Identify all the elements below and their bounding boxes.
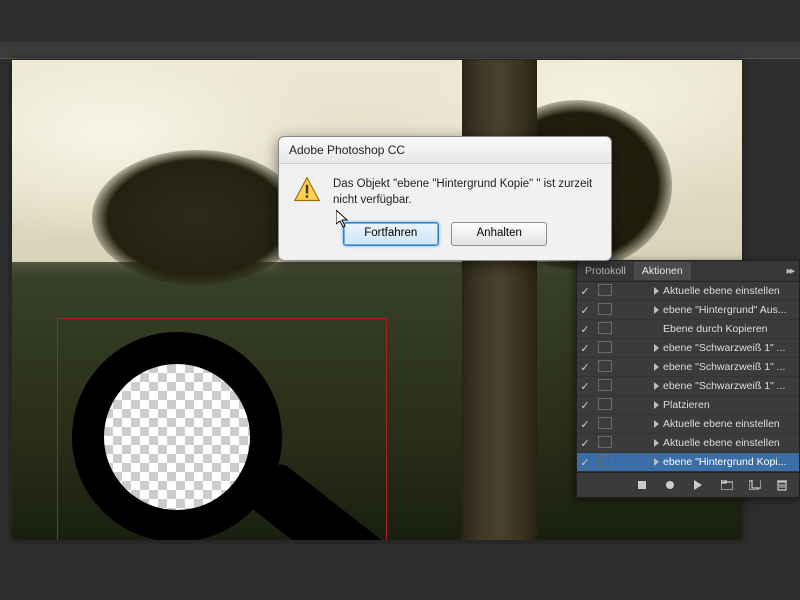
action-enabled-checkmark[interactable]: ✓ <box>577 304 593 317</box>
action-label: ebene "Hintergrund" Aus... <box>663 304 795 316</box>
action-dialog-toggle[interactable] <box>597 417 613 432</box>
continue-button[interactable]: Fortfahren <box>343 222 439 246</box>
action-expand-icon[interactable] <box>617 344 659 352</box>
action-label: Ebene durch Kopieren <box>663 323 795 335</box>
action-dialog-toggle[interactable] <box>597 436 613 451</box>
action-label: ebene "Schwarzweiß 1" ... <box>663 342 795 354</box>
dialog-title[interactable]: Adobe Photoshop CC <box>279 137 611 164</box>
tab-actions[interactable]: Aktionen <box>634 262 691 280</box>
action-enabled-checkmark[interactable]: ✓ <box>577 380 593 393</box>
action-row[interactable]: ✓ Aktuelle ebene einstellen <box>577 415 799 434</box>
alert-dialog: Adobe Photoshop CC Das Objekt "ebene "Hi… <box>278 136 612 261</box>
new-folder-icon[interactable] <box>721 480 735 490</box>
action-expand-icon[interactable] <box>617 458 659 466</box>
action-label: Platzieren <box>663 399 795 411</box>
actions-panel-footer <box>577 472 799 497</box>
record-action-icon[interactable] <box>665 480 679 490</box>
action-enabled-checkmark[interactable]: ✓ <box>577 342 593 355</box>
transparent-checkerboard <box>104 364 250 510</box>
action-row[interactable]: ✓ Ebene durch Kopieren <box>577 320 799 339</box>
action-dialog-toggle[interactable] <box>597 284 613 299</box>
action-label: ebene "Schwarzweiß 1" ... <box>663 361 795 373</box>
action-dialog-toggle[interactable] <box>597 322 613 337</box>
action-label: ebene "Hintergrund Kopi... <box>663 456 795 468</box>
action-row[interactable]: ✓ ebene "Hintergrund Kopi... <box>577 453 799 472</box>
action-label: Aktuelle ebene einstellen <box>663 418 795 430</box>
action-dialog-toggle[interactable] <box>597 455 613 470</box>
action-enabled-checkmark[interactable]: ✓ <box>577 418 593 431</box>
action-enabled-checkmark[interactable]: ✓ <box>577 456 593 469</box>
action-enabled-checkmark[interactable]: ✓ <box>577 285 593 298</box>
action-dialog-toggle[interactable] <box>597 398 613 413</box>
action-enabled-checkmark[interactable]: ✓ <box>577 437 593 450</box>
dialog-message: Das Objekt "ebene "Hintergrund Kopie" " … <box>333 176 597 208</box>
action-expand-icon[interactable] <box>617 420 659 428</box>
action-row[interactable]: ✓ Platzieren <box>577 396 799 415</box>
tree-trunk <box>462 60 537 540</box>
action-enabled-checkmark[interactable]: ✓ <box>577 323 593 336</box>
action-expand-icon[interactable] <box>617 306 659 314</box>
stop-button[interactable]: Anhalten <box>451 222 547 246</box>
action-dialog-toggle[interactable] <box>597 341 613 356</box>
magnifier-layer <box>72 332 352 540</box>
action-expand-icon[interactable] <box>617 287 659 295</box>
action-dialog-toggle[interactable] <box>597 303 613 318</box>
play-action-icon[interactable] <box>693 480 707 490</box>
action-row[interactable]: ✓ Aktuelle ebene einstellen <box>577 434 799 453</box>
action-row[interactable]: ✓ ebene "Schwarzweiß 1" ... <box>577 358 799 377</box>
action-expand-icon[interactable] <box>617 363 659 371</box>
action-dialog-toggle[interactable] <box>597 379 613 394</box>
stop-action-icon[interactable] <box>637 480 651 490</box>
action-row[interactable]: ✓ Aktuelle ebene einstellen <box>577 282 799 301</box>
ruler-top <box>0 42 800 59</box>
tab-protocol[interactable]: Protokoll <box>577 262 634 280</box>
action-row[interactable]: ✓ ebene "Hintergrund" Aus... <box>577 301 799 320</box>
action-row[interactable]: ✓ ebene "Schwarzweiß 1" ... <box>577 339 799 358</box>
warning-icon <box>293 176 321 204</box>
panel-menu-icon[interactable]: ▸▸ <box>780 265 799 277</box>
action-label: Aktuelle ebene einstellen <box>663 285 795 297</box>
new-action-icon[interactable] <box>749 480 763 490</box>
action-label: ebene "Schwarzweiß 1" ... <box>663 380 795 392</box>
delete-action-icon[interactable] <box>777 479 791 491</box>
action-label: Aktuelle ebene einstellen <box>663 437 795 449</box>
action-enabled-checkmark[interactable]: ✓ <box>577 399 593 412</box>
action-expand-icon[interactable] <box>617 401 659 409</box>
action-enabled-checkmark[interactable]: ✓ <box>577 361 593 374</box>
action-expand-icon[interactable] <box>617 382 659 390</box>
action-dialog-toggle[interactable] <box>597 360 613 375</box>
cursor-icon <box>336 210 350 228</box>
action-expand-icon[interactable] <box>617 439 659 447</box>
tree-foliage <box>92 150 302 285</box>
actions-panel: Protokoll Aktionen ▸▸ ✓ Aktuelle ebene ei… <box>576 260 800 498</box>
action-row[interactable]: ✓ ebene "Schwarzweiß 1" ... <box>577 377 799 396</box>
